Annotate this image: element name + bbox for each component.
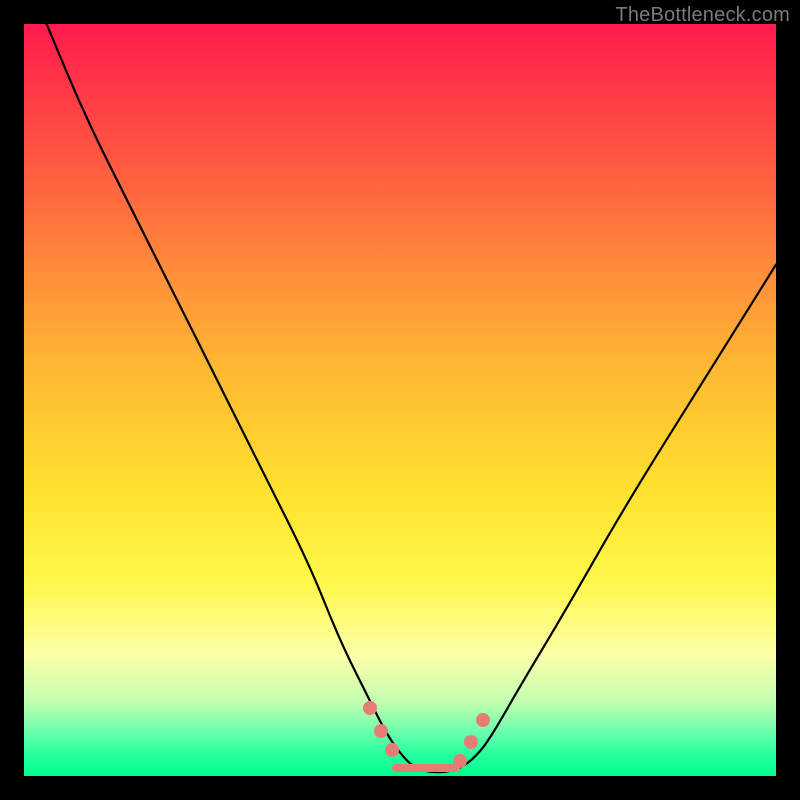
- marker-layer: [24, 24, 776, 776]
- plot-area: [24, 24, 776, 776]
- marker-point: [464, 735, 478, 749]
- marker-point: [476, 713, 490, 727]
- flat-segment: [392, 764, 460, 772]
- watermark-text: TheBottleneck.com: [615, 4, 790, 27]
- marker-point: [385, 743, 399, 757]
- marker-point: [374, 724, 388, 738]
- marker-point: [363, 701, 377, 715]
- chart-frame: TheBottleneck.com: [0, 0, 800, 800]
